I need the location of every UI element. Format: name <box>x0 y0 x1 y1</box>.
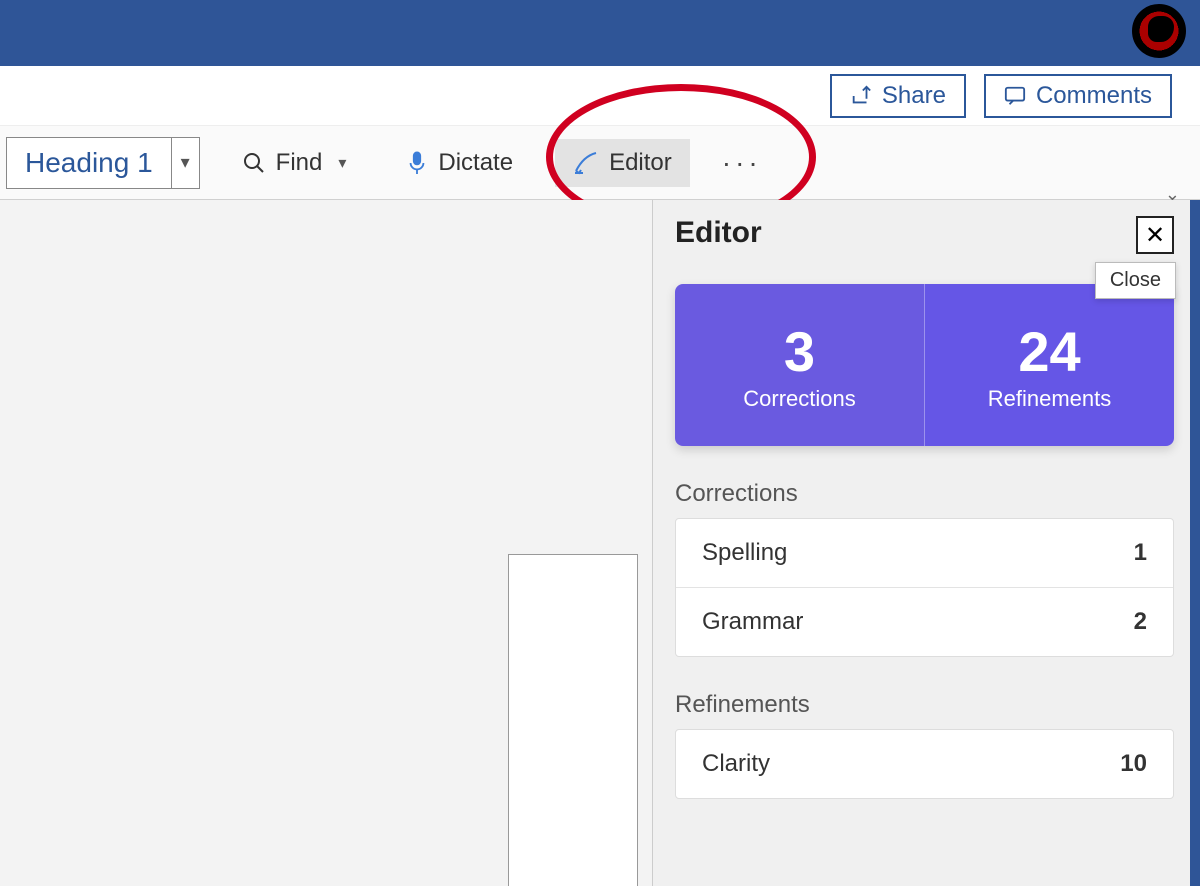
close-icon: ✕ <box>1145 221 1165 250</box>
list-item[interactable]: Grammar 2 <box>676 587 1173 656</box>
item-label: Grammar <box>702 608 803 636</box>
ellipsis-icon: ··· <box>722 147 762 178</box>
comment-icon <box>1004 85 1026 107</box>
share-icon <box>850 85 872 107</box>
editor-label: Editor <box>609 149 672 177</box>
find-button[interactable]: Find ▾ <box>224 139 365 187</box>
close-pane-button[interactable]: ✕ Close <box>1136 216 1174 254</box>
item-count: 10 <box>1120 750 1147 778</box>
refinements-label: Refinements <box>988 386 1112 412</box>
search-icon <box>242 151 266 175</box>
list-item[interactable]: Clarity 10 <box>676 730 1173 798</box>
close-tooltip: Close <box>1095 262 1176 299</box>
find-label: Find <box>276 149 323 177</box>
comments-label: Comments <box>1036 82 1152 110</box>
comments-button[interactable]: Comments <box>984 74 1172 118</box>
share-button[interactable]: Share <box>830 74 966 118</box>
item-label: Spelling <box>702 539 787 567</box>
chevron-down-icon: ▾ <box>338 153 346 173</box>
editor-pane-title: Editor <box>675 216 762 250</box>
editor-pen-icon <box>573 151 599 175</box>
editor-summary-card: 3 Corrections 24 Refinements <box>675 284 1174 446</box>
chevron-down-icon: ▾ <box>181 152 190 173</box>
document-page[interactable] <box>508 554 638 886</box>
user-avatar[interactable] <box>1132 4 1186 58</box>
upper-actions-row: Share Comments <box>0 66 1200 126</box>
dictate-button[interactable]: Dictate <box>388 139 531 187</box>
item-count: 1 <box>1134 539 1147 567</box>
corrections-count: 3 <box>784 319 815 384</box>
style-selector[interactable]: Heading 1 <box>6 137 172 189</box>
dictate-label: Dictate <box>438 149 513 177</box>
share-label: Share <box>882 82 946 110</box>
summary-refinements[interactable]: 24 Refinements <box>924 284 1174 446</box>
ribbon: Heading 1 ▾ Find ▾ Dictate Editor ··· ⌄ <box>0 126 1200 200</box>
corrections-section-title: Corrections <box>675 480 1174 508</box>
style-name: Heading 1 <box>25 147 153 179</box>
corrections-list: Spelling 1 Grammar 2 <box>675 518 1174 657</box>
editor-button[interactable]: Editor <box>555 139 690 187</box>
refinements-section-title: Refinements <box>675 691 1174 719</box>
editor-pane: Editor ✕ Close 3 Corrections 24 Refineme… <box>652 200 1190 886</box>
document-canvas[interactable] <box>0 200 652 886</box>
refinements-list: Clarity 10 <box>675 729 1174 799</box>
item-label: Clarity <box>702 750 770 778</box>
main-area: Editor ✕ Close 3 Corrections 24 Refineme… <box>0 200 1200 886</box>
microphone-icon <box>406 150 428 176</box>
style-dropdown-button[interactable]: ▾ <box>172 137 200 189</box>
summary-corrections[interactable]: 3 Corrections <box>675 284 924 446</box>
corrections-label: Corrections <box>743 386 855 412</box>
refinements-count: 24 <box>1018 319 1080 384</box>
title-bar <box>0 0 1200 66</box>
list-item[interactable]: Spelling 1 <box>676 519 1173 587</box>
more-options-button[interactable]: ··· <box>708 139 776 187</box>
item-count: 2 <box>1134 608 1147 636</box>
